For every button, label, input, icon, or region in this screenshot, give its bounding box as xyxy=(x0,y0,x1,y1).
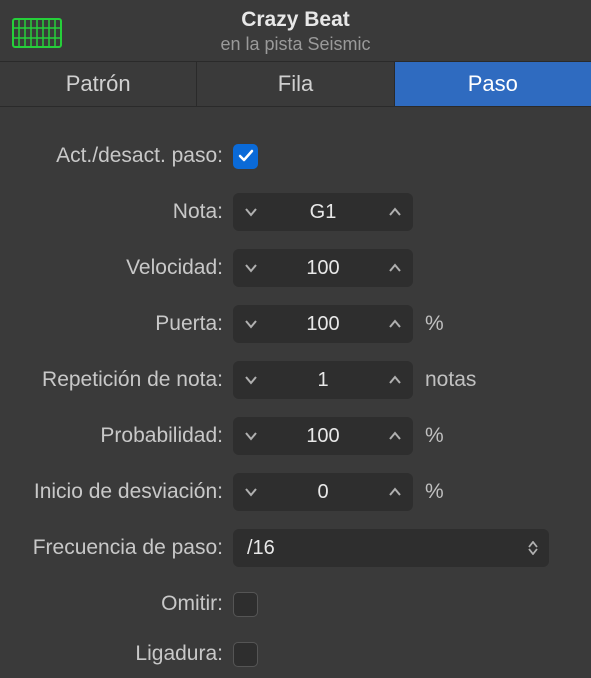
chevron-up-icon xyxy=(388,319,402,329)
noterepeat-label: Repetición de nota: xyxy=(18,368,233,392)
chevron-down-icon xyxy=(244,319,258,329)
noterepeat-increment[interactable] xyxy=(377,361,413,399)
note-label: Nota: xyxy=(18,200,233,224)
skip-label: Omitir: xyxy=(18,592,233,616)
chevron-up-icon xyxy=(388,263,402,273)
offsetstart-label: Inicio de desviación: xyxy=(18,480,233,504)
chevron-up-icon xyxy=(388,431,402,441)
panel-title: Crazy Beat xyxy=(0,8,591,32)
probability-decrement[interactable] xyxy=(233,417,269,455)
chevron-down-icon xyxy=(244,375,258,385)
gate-unit: % xyxy=(425,312,444,336)
steprate-select[interactable]: /16 xyxy=(233,529,549,567)
probability-stepper[interactable]: 100 xyxy=(233,417,413,455)
tab-row[interactable]: Fila xyxy=(197,62,394,106)
tab-pattern[interactable]: Patrón xyxy=(0,62,197,106)
gate-value: 100 xyxy=(269,313,377,336)
offsetstart-increment[interactable] xyxy=(377,473,413,511)
chevron-up-icon xyxy=(388,375,402,385)
noterepeat-unit: notas xyxy=(425,368,476,392)
noterepeat-decrement[interactable] xyxy=(233,361,269,399)
chevron-down-icon xyxy=(244,431,258,441)
probability-increment[interactable] xyxy=(377,417,413,455)
tab-step[interactable]: Paso xyxy=(395,62,591,106)
note-increment[interactable] xyxy=(377,193,413,231)
chevron-up-icon xyxy=(388,207,402,217)
probability-label: Probabilidad: xyxy=(18,424,233,448)
panel-header: Crazy Beat en la pista Seismic xyxy=(0,0,591,61)
velocity-increment[interactable] xyxy=(377,249,413,287)
step-content: Act./desact. paso: Nota: G1 Velocidad: 1… xyxy=(0,107,591,673)
chevron-down-icon xyxy=(244,207,258,217)
step-onoff-label: Act./desact. paso: xyxy=(18,144,233,168)
gate-label: Puerta: xyxy=(18,312,233,336)
velocity-value: 100 xyxy=(269,257,377,280)
offsetstart-unit: % xyxy=(425,480,444,504)
gate-increment[interactable] xyxy=(377,305,413,343)
offsetstart-stepper[interactable]: 0 xyxy=(233,473,413,511)
skip-checkbox[interactable] xyxy=(233,592,258,617)
chevron-down-icon xyxy=(244,263,258,273)
chevron-down-icon xyxy=(244,487,258,497)
note-stepper[interactable]: G1 xyxy=(233,193,413,231)
steprate-label: Frecuencia de paso: xyxy=(18,536,233,560)
velocity-decrement[interactable] xyxy=(233,249,269,287)
gate-decrement[interactable] xyxy=(233,305,269,343)
select-arrows-icon xyxy=(527,541,539,555)
tie-checkbox[interactable] xyxy=(233,642,258,667)
tie-label: Ligadura: xyxy=(18,642,233,666)
offsetstart-decrement[interactable] xyxy=(233,473,269,511)
velocity-label: Velocidad: xyxy=(18,256,233,280)
tabs: Patrón Fila Paso xyxy=(0,61,591,107)
gate-stepper[interactable]: 100 xyxy=(233,305,413,343)
check-icon xyxy=(237,147,255,165)
step-onoff-checkbox[interactable] xyxy=(233,144,258,169)
noterepeat-value: 1 xyxy=(269,369,377,392)
probability-unit: % xyxy=(425,424,444,448)
keyboard-icon xyxy=(12,18,62,54)
note-decrement[interactable] xyxy=(233,193,269,231)
probability-value: 100 xyxy=(269,425,377,448)
chevron-up-icon xyxy=(388,487,402,497)
offsetstart-value: 0 xyxy=(269,481,377,504)
note-value: G1 xyxy=(269,201,377,224)
steprate-value: /16 xyxy=(247,537,275,560)
velocity-stepper[interactable]: 100 xyxy=(233,249,413,287)
panel-subtitle: en la pista Seismic xyxy=(0,34,591,55)
noterepeat-stepper[interactable]: 1 xyxy=(233,361,413,399)
